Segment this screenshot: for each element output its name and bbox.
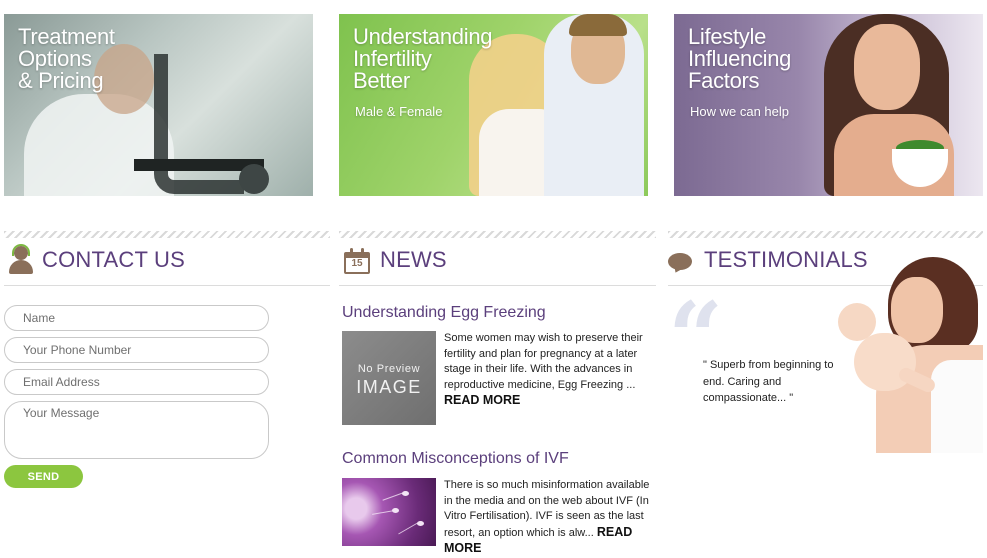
microscope-illustration <box>154 54 244 194</box>
banner-lifestyle-factors[interactable]: Lifestyle Influencing Factors How we can… <box>674 14 983 196</box>
calendar-icon: 15 <box>344 244 372 276</box>
contact-section-header: CONTACT US <box>4 242 330 286</box>
lab-coat-illustration <box>24 94 174 196</box>
microscope-knob-illustration <box>239 164 269 194</box>
banner-subtitle: How we can help <box>690 104 789 119</box>
thumbnail-label: IMAGE <box>356 377 422 397</box>
woman-face-illustration <box>854 24 920 110</box>
testimonial-quote: " Superb from beginning to end. Caring a… <box>703 359 834 404</box>
news-item-excerpt: Some women may wish to preserve their fe… <box>444 331 659 410</box>
banner-subtitle: Male & Female <box>355 104 443 119</box>
banner-title: Treatment Options & Pricing <box>18 24 115 93</box>
section-divider-stripe <box>4 231 330 238</box>
excerpt-text: Some women may wish to preserve their fe… <box>444 332 643 391</box>
ivf-thumbnail[interactable] <box>342 478 436 546</box>
customer-support-icon <box>6 244 36 276</box>
news-item-title[interactable]: Common Misconceptions of IVF <box>342 450 569 468</box>
contact-title: CONTACT US <box>42 247 185 272</box>
news-item-title[interactable]: Understanding Egg Freezing <box>342 304 546 322</box>
read-more-link[interactable]: READ MORE <box>444 393 520 407</box>
mother-and-baby-photo <box>836 255 983 453</box>
message-textarea[interactable] <box>4 401 269 459</box>
banner-title: Understanding Infertility Better <box>353 24 493 93</box>
man-hair-illustration <box>569 14 627 36</box>
phone-input[interactable] <box>4 337 269 363</box>
banner-understanding-infertility[interactable]: Understanding Infertility Better Male & … <box>339 14 648 196</box>
no-preview-thumbnail[interactable]: No Preview IMAGE <box>342 331 436 425</box>
banner-title: Lifestyle Influencing Factors <box>688 24 792 93</box>
email-input[interactable] <box>4 369 269 395</box>
section-divider-stripe <box>339 231 656 238</box>
news-title: NEWS <box>380 247 447 272</box>
send-button[interactable]: SEND <box>4 465 83 488</box>
speech-bubble-icon <box>668 244 696 276</box>
news-section-header: 15 NEWS <box>339 242 656 286</box>
section-divider-stripe <box>668 231 983 238</box>
news-item-excerpt: There is so much misinformation availabl… <box>444 478 659 558</box>
name-input[interactable] <box>4 305 269 331</box>
thumbnail-label: No Preview <box>357 363 421 375</box>
banner-treatment-options[interactable]: Treatment Options & Pricing <box>4 14 313 196</box>
